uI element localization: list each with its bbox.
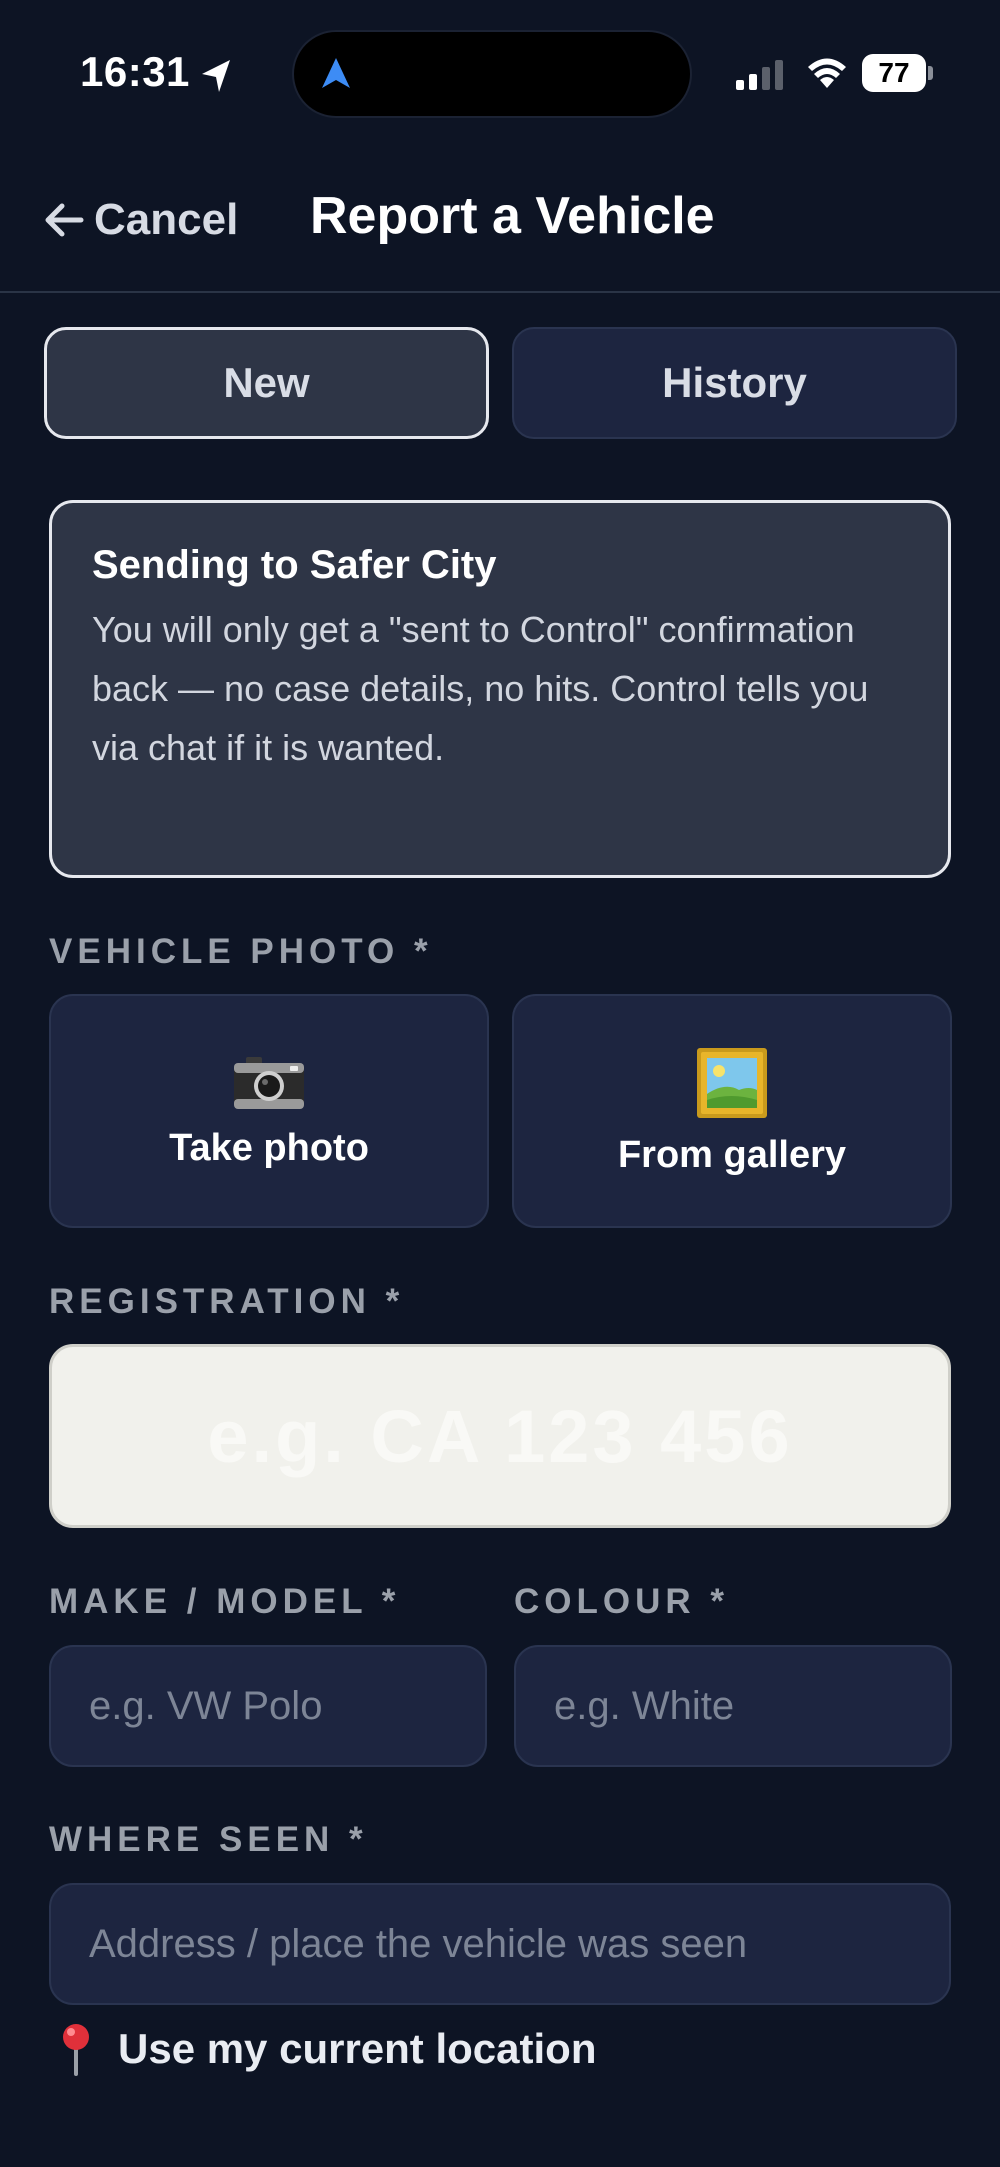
cellular-signal-icon <box>736 60 783 90</box>
page-title: Report a Vehicle <box>310 187 715 245</box>
take-photo-button[interactable]: Take photo <box>49 994 489 1228</box>
camera-icon <box>234 1056 304 1109</box>
where-seen-input[interactable] <box>49 1883 951 2005</box>
from-gallery-button[interactable]: From gallery <box>512 994 952 1228</box>
navigation-arrow-icon <box>322 58 350 88</box>
status-time: 16:31 <box>80 48 190 95</box>
round-pushpin-icon <box>63 2024 89 2076</box>
info-card-body: You will only get a "sent to Control" co… <box>92 609 869 768</box>
tab-history[interactable]: History <box>512 327 957 439</box>
cancel-button[interactable]: Cancel <box>44 190 238 250</box>
use-current-location-label: Use my current location <box>118 2025 597 2072</box>
wifi-icon <box>808 58 846 88</box>
where-seen-label: WHERE SEEN * <box>49 1820 368 1859</box>
vehicle-photo-label: VEHICLE PHOTO * <box>49 932 433 971</box>
make-model-input[interactable] <box>49 1645 487 1767</box>
colour-label: COLOUR * <box>514 1582 729 1621</box>
cancel-label: Cancel <box>94 195 239 244</box>
info-card-title: Sending to Safer City <box>92 543 497 587</box>
registration-input[interactable] <box>49 1344 951 1528</box>
make-model-label: MAKE / MODEL * <box>49 1582 401 1621</box>
registration-label: REGISTRATION * <box>49 1282 405 1321</box>
header-divider <box>0 291 1000 293</box>
tab-new[interactable]: New <box>44 327 489 439</box>
from-gallery-label: From gallery <box>617 1133 847 1176</box>
location-arrow-icon <box>202 60 230 92</box>
use-current-location-button[interactable]: Use my current location <box>56 2022 596 2076</box>
battery-level: 77 <box>878 57 910 88</box>
dynamic-island <box>292 30 692 118</box>
battery-indicator: 77 <box>862 54 934 92</box>
info-card: Sending to Safer City You will only get … <box>49 500 951 878</box>
take-photo-label: Take photo <box>169 1126 369 1169</box>
colour-input[interactable] <box>514 1645 952 1767</box>
framed-picture-icon <box>697 1047 767 1118</box>
arrow-left-icon <box>45 203 84 237</box>
